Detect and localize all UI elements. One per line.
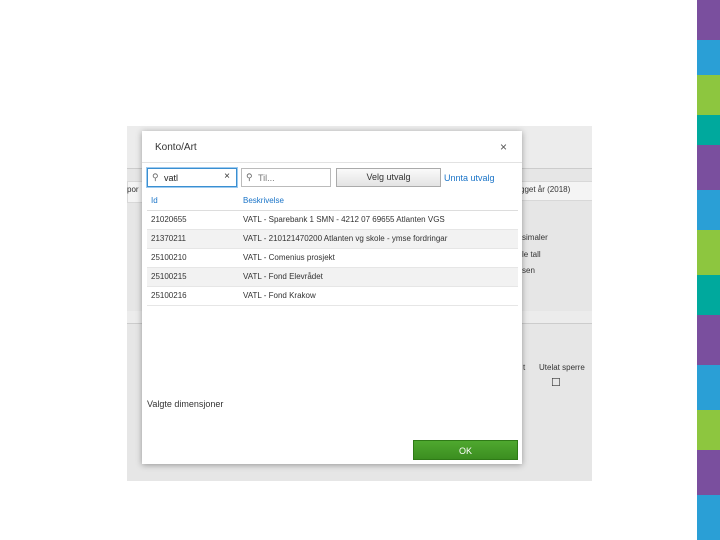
close-icon[interactable]: × [500, 140, 507, 154]
decorative-side-bar [697, 0, 720, 540]
background-column-excluded: Utelat sperre [539, 363, 585, 372]
background-left-header-text: por [127, 185, 139, 194]
table-row[interactable]: 21020655 VATL - Sparebank 1 SMN - 4212 0… [147, 211, 518, 230]
dialog-title-divider [142, 162, 522, 163]
to-search-input[interactable]: ⚲ Til... [241, 168, 331, 187]
to-search-placeholder: Til... [258, 173, 275, 183]
row-id: 21020655 [151, 215, 187, 224]
dialog-title: Konto/Art [155, 142, 197, 153]
search-icon: ⚲ [152, 172, 159, 182]
ok-button[interactable]: OK [413, 440, 518, 460]
table-row[interactable]: 21370211 VATL - 210121470200 Atlanten vg… [147, 230, 518, 249]
background-column-t: t [523, 363, 526, 372]
row-id: 25100215 [151, 272, 187, 281]
row-description: VATL - 210121470200 Atlanten vg skole - … [243, 234, 448, 243]
background-right-header-text: gget år (2018) [520, 185, 571, 194]
search-input-value: vatl [164, 173, 179, 183]
select-range-button[interactable]: Velg utvalg [336, 168, 441, 187]
search-input[interactable]: ⚲ vatl × [147, 168, 237, 187]
row-description: VATL - Fond Elevrådet [243, 272, 323, 281]
row-description: VATL - Sparebank 1 SMN - 4212 07 69655 A… [243, 215, 445, 224]
table-header: Id Beskrivelse [147, 191, 518, 211]
row-id: 21370211 [151, 234, 186, 243]
column-header-description[interactable]: Beskrivelse [243, 196, 284, 205]
selected-dimensions-label: Valgte dimensjoner [147, 399, 224, 409]
background-checkbox[interactable]: ☐ [551, 376, 561, 389]
clear-search-icon[interactable]: × [224, 171, 230, 182]
column-header-id[interactable]: Id [151, 196, 158, 205]
row-id: 25100216 [151, 291, 187, 300]
results-table: Id Beskrivelse 21020655 VATL - Sparebank… [147, 191, 518, 306]
table-row[interactable]: 25100216 VATL - Fond Krakow [147, 287, 518, 306]
row-description: VATL - Fond Krakow [243, 291, 316, 300]
search-icon: ⚲ [246, 172, 253, 182]
table-row[interactable]: 25100215 VATL - Fond Elevrådet [147, 268, 518, 287]
row-description: VATL - Comenius prosjekt [243, 253, 335, 262]
table-row[interactable]: 25100210 VATL - Comenius prosjekt [147, 249, 518, 268]
except-range-link[interactable]: Unnta utvalg [444, 173, 495, 183]
row-id: 25100210 [151, 253, 187, 262]
background-option-2: le tall [522, 250, 541, 259]
background-option-3: sen [522, 266, 535, 275]
background-option-1: simaler [522, 233, 548, 242]
